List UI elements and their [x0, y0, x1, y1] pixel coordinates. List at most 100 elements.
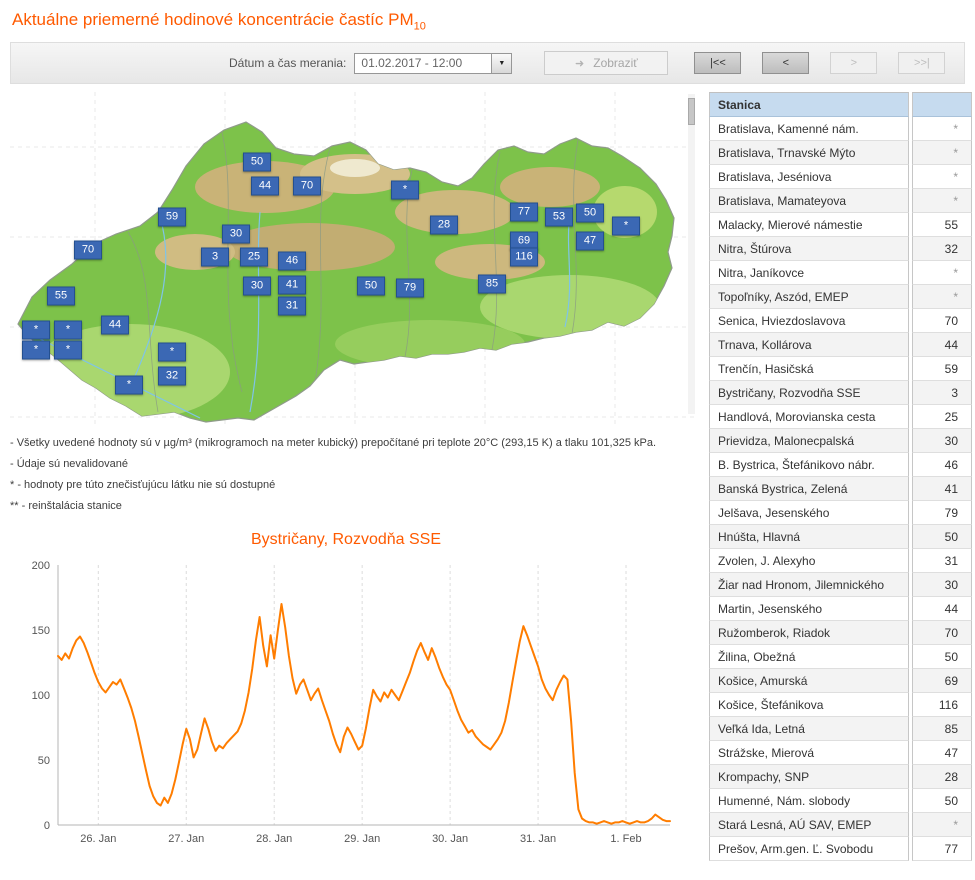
table-row[interactable]: Bratislava, Trnavské Mýto * — [709, 141, 973, 166]
table-row[interactable]: Martin, Jesenského 44 — [709, 597, 973, 622]
map-marker[interactable]: * — [22, 320, 50, 340]
map-marker[interactable]: 28 — [430, 215, 458, 235]
station-name-cell[interactable]: Stará Lesná, AÚ SAV, EMEP — [709, 813, 909, 838]
map-marker[interactable]: 32 — [158, 366, 186, 386]
station-name-cell[interactable]: Košice, Štefánikova — [709, 693, 909, 718]
table-row[interactable]: Trenčín, Hasičská 59 — [709, 357, 973, 382]
station-name-cell[interactable]: Martin, Jesenského — [709, 597, 909, 622]
map-marker[interactable]: 47 — [576, 231, 604, 251]
map-marker[interactable]: 44 — [251, 176, 279, 196]
show-button[interactable]: ➜ Zobraziť — [544, 51, 669, 76]
map-marker[interactable]: 85 — [478, 274, 506, 294]
map-marker[interactable]: * — [612, 216, 640, 236]
table-row[interactable]: Zvolen, J. Alexyho 31 — [709, 549, 973, 574]
map-marker[interactable]: 53 — [545, 207, 573, 227]
table-row[interactable]: Handlová, Morovianska cesta 25 — [709, 405, 973, 430]
table-row[interactable]: Ružomberok, Riadok 70 — [709, 621, 973, 646]
station-name-cell[interactable]: B. Bystrica, Štefánikovo nábr. — [709, 453, 909, 478]
map-marker[interactable]: 46 — [278, 251, 306, 271]
next-button[interactable]: > — [830, 52, 878, 75]
map-marker[interactable]: 55 — [47, 286, 75, 306]
map-marker[interactable]: 50 — [576, 203, 604, 223]
table-row[interactable]: Žiar nad Hronom, Jilemnického 30 — [709, 573, 973, 598]
table-row[interactable]: Košice, Amurská 69 — [709, 669, 973, 694]
map-marker[interactable]: * — [22, 340, 50, 360]
station-name-cell[interactable]: Krompachy, SNP — [709, 765, 909, 790]
table-row[interactable]: Strážske, Mierová 47 — [709, 741, 973, 766]
map-marker[interactable]: * — [115, 375, 143, 395]
map-marker[interactable]: 50 — [357, 276, 385, 296]
table-row[interactable]: Bratislava, Mamateyova * — [709, 189, 973, 214]
table-row[interactable]: Banská Bystrica, Zelená 41 — [709, 477, 973, 502]
station-name-cell[interactable]: Hnúšta, Hlavná — [709, 525, 909, 550]
table-row[interactable]: Bratislava, Jeséniova * — [709, 165, 973, 190]
station-name-cell[interactable]: Bratislava, Mamateyova — [709, 189, 909, 214]
map-scrollbar-track[interactable] — [688, 94, 695, 415]
table-row[interactable]: Jelšava, Jesenského 79 — [709, 501, 973, 526]
map-marker[interactable]: 30 — [222, 224, 250, 244]
table-row[interactable]: Humenné, Nám. slobody 50 — [709, 789, 973, 814]
station-name-cell[interactable]: Bystričany, Rozvodňa SSE — [709, 381, 909, 406]
slovakia-map[interactable]: 50 44 70 59 30 3 25 46 41 31 30 70 55 44 * * * * * 32 * * 28 50… — [10, 92, 695, 426]
map-marker[interactable]: 116 — [510, 247, 538, 267]
table-row[interactable]: Malacky, Mierové námestie 55 — [709, 213, 973, 238]
table-row[interactable]: Krompachy, SNP 28 — [709, 765, 973, 790]
station-name-cell[interactable]: Prievidza, Malonecpalská — [709, 429, 909, 454]
map-marker[interactable]: * — [158, 342, 186, 362]
table-row[interactable]: Senica, Hviezdoslavova 70 — [709, 309, 973, 334]
map-marker[interactable]: 30 — [243, 276, 271, 296]
station-name-cell[interactable]: Nitra, Janíkovce — [709, 261, 909, 286]
table-row[interactable]: Topoľníky, Aszód, EMEP * — [709, 285, 973, 310]
table-row[interactable]: Žilina, Obežná 50 — [709, 645, 973, 670]
station-name-cell[interactable]: Bratislava, Trnavské Mýto — [709, 141, 909, 166]
map-marker[interactable]: 70 — [293, 176, 321, 196]
map-marker[interactable]: * — [54, 320, 82, 340]
first-button[interactable]: |<< — [694, 52, 742, 75]
map-marker[interactable]: 3 — [201, 247, 229, 267]
map-marker[interactable]: 31 — [278, 296, 306, 316]
map-marker[interactable]: 50 — [243, 152, 271, 172]
map-marker[interactable]: 41 — [278, 275, 306, 295]
table-row[interactable]: Veľká Ida, Letná 85 — [709, 717, 973, 742]
station-name-cell[interactable]: Žilina, Obežná — [709, 645, 909, 670]
station-name-cell[interactable]: Košice, Amurská — [709, 669, 909, 694]
station-name-cell[interactable]: Humenné, Nám. slobody — [709, 789, 909, 814]
table-row[interactable]: Prievidza, Malonecpalská 30 — [709, 429, 973, 454]
map-marker[interactable]: 25 — [240, 247, 268, 267]
map-scrollbar-thumb[interactable] — [688, 98, 695, 126]
station-name-cell[interactable]: Trenčín, Hasičská — [709, 357, 909, 382]
station-name-cell[interactable]: Bratislava, Kamenné nám. — [709, 117, 909, 142]
map-marker[interactable]: * — [54, 340, 82, 360]
table-row[interactable]: Bystričany, Rozvodňa SSE 3 — [709, 381, 973, 406]
table-row[interactable]: B. Bystrica, Štefánikovo nábr. 46 — [709, 453, 973, 478]
datetime-dropdown-button[interactable]: ▼ — [491, 53, 512, 73]
map-marker[interactable]: * — [391, 180, 419, 200]
station-name-cell[interactable]: Žiar nad Hronom, Jilemnického — [709, 573, 909, 598]
station-name-cell[interactable]: Bratislava, Jeséniova — [709, 165, 909, 190]
table-row[interactable]: Nitra, Štúrova 32 — [709, 237, 973, 262]
table-row[interactable]: Stará Lesná, AÚ SAV, EMEP * — [709, 813, 973, 838]
map-marker[interactable]: 44 — [101, 315, 129, 335]
station-name-cell[interactable]: Trnava, Kollárova — [709, 333, 909, 358]
station-name-cell[interactable]: Jelšava, Jesenského — [709, 501, 909, 526]
map-marker[interactable]: 59 — [158, 207, 186, 227]
table-row[interactable]: Bratislava, Kamenné nám. * — [709, 117, 973, 142]
table-row[interactable]: Prešov, Arm.gen. Ľ. Svobodu 77 — [709, 837, 973, 862]
station-name-cell[interactable]: Handlová, Morovianska cesta — [709, 405, 909, 430]
map-marker[interactable]: 79 — [396, 278, 424, 298]
station-name-cell[interactable]: Topoľníky, Aszód, EMEP — [709, 285, 909, 310]
station-name-cell[interactable]: Senica, Hviezdoslavova — [709, 309, 909, 334]
station-name-cell[interactable]: Malacky, Mierové námestie — [709, 213, 909, 238]
prev-button[interactable]: < — [762, 52, 810, 75]
map-marker[interactable]: 77 — [510, 202, 538, 222]
table-row[interactable]: Nitra, Janíkovce * — [709, 261, 973, 286]
stanica-header[interactable]: Stanica — [709, 92, 909, 118]
station-name-cell[interactable]: Strážske, Mierová — [709, 741, 909, 766]
table-row[interactable]: Hnúšta, Hlavná 50 — [709, 525, 973, 550]
station-name-cell[interactable]: Ružomberok, Riadok — [709, 621, 909, 646]
table-row[interactable]: Trnava, Kollárova 44 — [709, 333, 973, 358]
station-name-cell[interactable]: Zvolen, J. Alexyho — [709, 549, 909, 574]
map-marker[interactable]: 70 — [74, 240, 102, 260]
station-name-cell[interactable]: Banská Bystrica, Zelená — [709, 477, 909, 502]
table-row[interactable]: Košice, Štefánikova 116 — [709, 693, 973, 718]
